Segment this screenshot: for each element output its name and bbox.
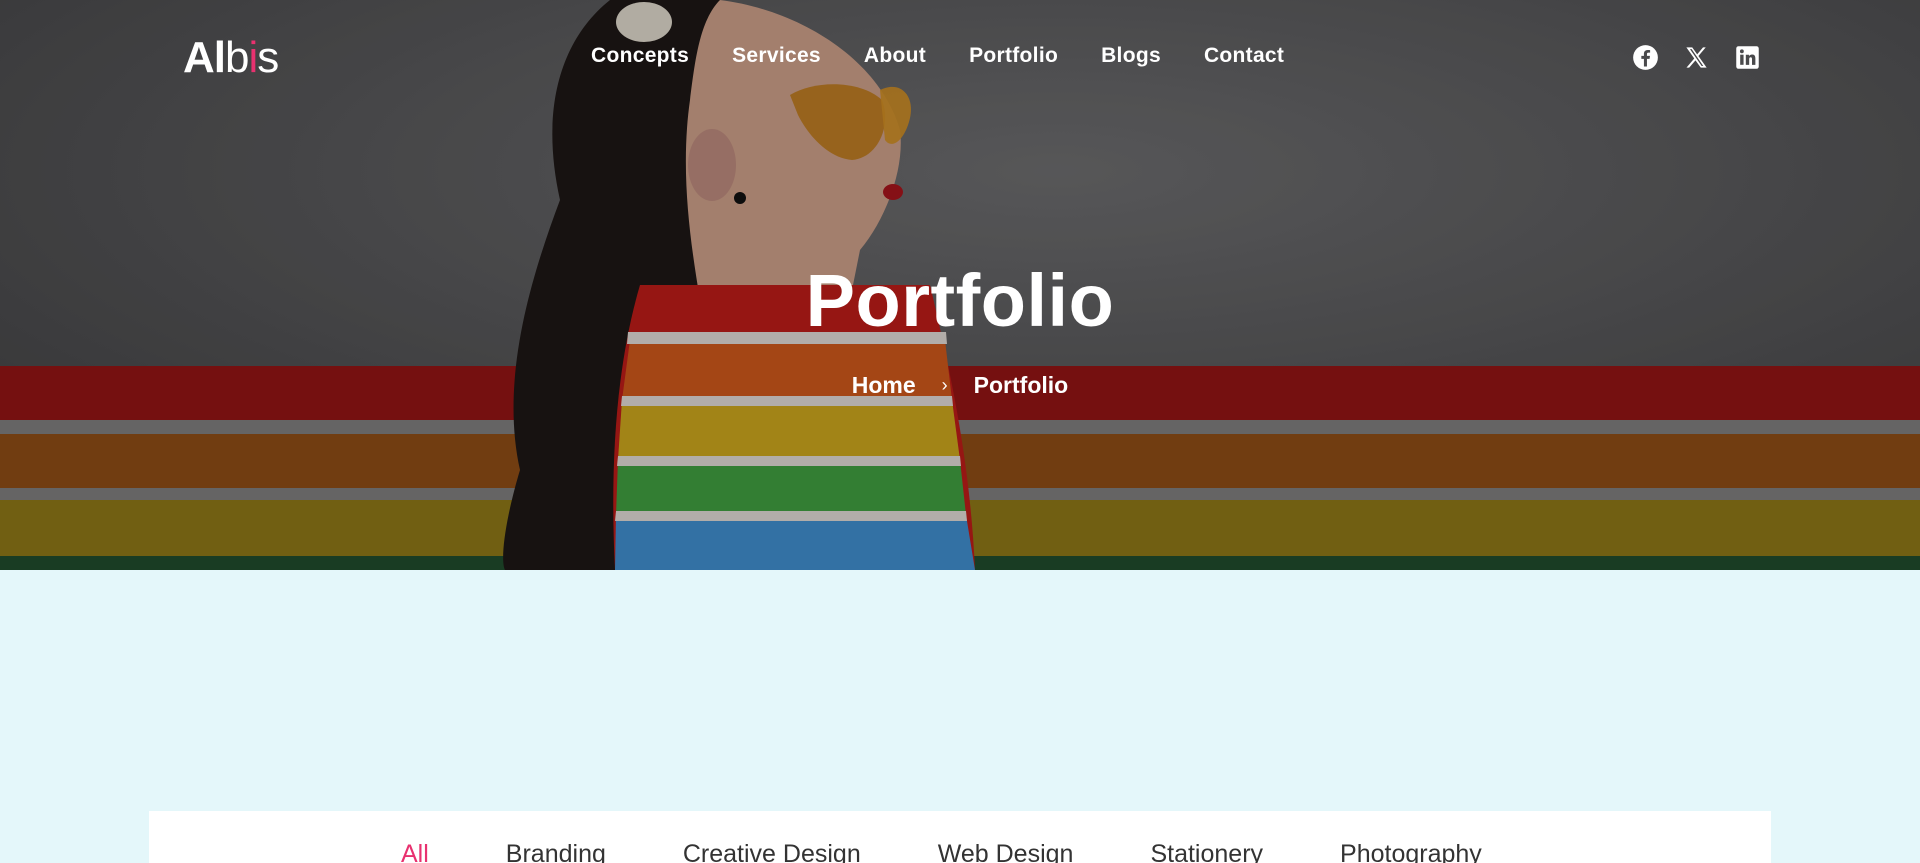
filter-tab-branding[interactable]: Branding xyxy=(506,840,606,863)
logo-text-s: s xyxy=(257,33,279,82)
logo-text-accent: i xyxy=(248,33,258,82)
linkedin-icon[interactable] xyxy=(1734,44,1761,71)
breadcrumb-home-link[interactable]: Home xyxy=(852,372,916,399)
logo-text-b: b xyxy=(225,33,250,82)
filter-tab-creative-design[interactable]: Creative Design xyxy=(683,840,861,863)
filter-tab-stationery[interactable]: Stationery xyxy=(1150,840,1263,863)
page-title: Portfolio xyxy=(805,259,1115,342)
social-links xyxy=(1632,44,1761,71)
site-header: Albis Concepts Services About Portfolio … xyxy=(0,0,1920,115)
nav-item-portfolio[interactable]: Portfolio xyxy=(969,44,1058,68)
filter-tab-photography[interactable]: Photography xyxy=(1340,840,1482,863)
breadcrumb-separator-icon: › xyxy=(941,375,948,395)
nav-item-about[interactable]: About xyxy=(864,44,926,68)
nav-item-concepts[interactable]: Concepts xyxy=(591,44,689,68)
breadcrumb-current: Portfolio xyxy=(973,372,1069,398)
x-twitter-icon[interactable] xyxy=(1683,44,1710,71)
filter-tab-web-design[interactable]: Web Design xyxy=(938,840,1074,863)
site-logo[interactable]: Albis xyxy=(183,33,279,83)
portfolio-filter-tabs: All Branding Creative Design Web Design … xyxy=(401,840,1559,863)
nav-item-services[interactable]: Services xyxy=(732,44,821,68)
nav-item-contact[interactable]: Contact xyxy=(1204,44,1284,68)
main-nav: Concepts Services About Portfolio Blogs … xyxy=(591,44,1327,68)
facebook-icon[interactable] xyxy=(1632,44,1659,71)
logo-text-bold: Al xyxy=(183,33,226,82)
nav-item-blogs[interactable]: Blogs xyxy=(1101,44,1161,68)
breadcrumb: Home › Portfolio xyxy=(0,372,1920,399)
filter-tab-all[interactable]: All xyxy=(401,840,429,863)
